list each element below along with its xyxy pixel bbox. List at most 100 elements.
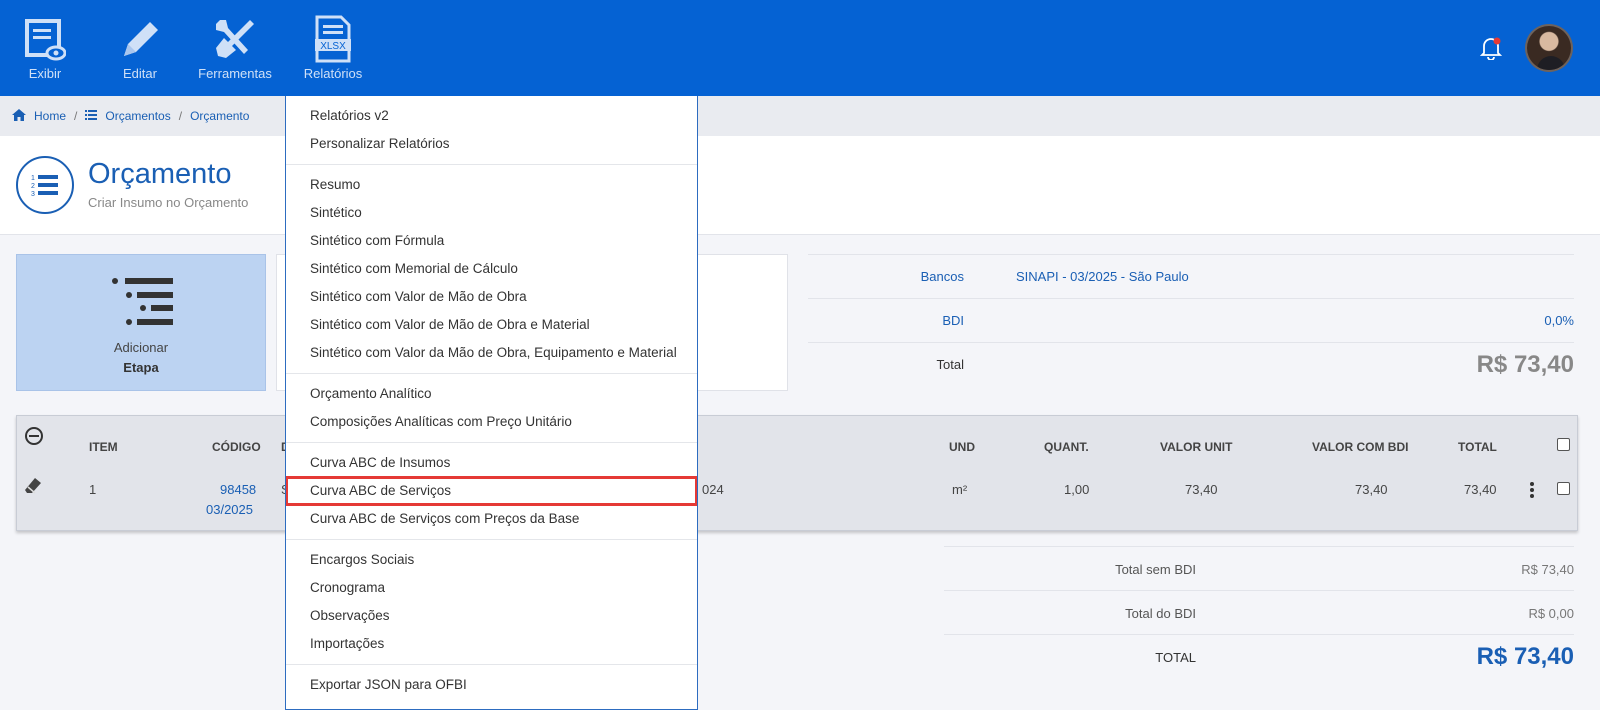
reports-dropdown-menu: Relatórios v2 Personalizar Relatórios Resu… xyxy=(285,96,698,710)
stage-list-icon xyxy=(111,275,175,336)
add-stage-label: Adicionar xyxy=(113,340,169,355)
breadcrumb-orcamento[interactable]: Orçamento xyxy=(190,109,249,123)
breadcrumb: Home / Orçamentos / Orçamento xyxy=(0,96,1600,136)
bancos-label: Bancos xyxy=(920,269,964,284)
page-subtitle: Criar Insumo no Orçamento xyxy=(88,195,249,210)
breadcrumb-separator: / xyxy=(74,109,78,123)
row-quant: 1,00 xyxy=(1064,482,1090,497)
xlsx-icon: XLSX xyxy=(310,14,356,64)
menu-item[interactable]: Sintético com Valor da Mão de Obra, Equi… xyxy=(286,339,697,367)
menu-item[interactable]: Sintético xyxy=(286,199,697,227)
toolbar-ferramentas[interactable]: Ferramentas xyxy=(196,14,274,81)
svg-text:2: 2 xyxy=(31,183,35,190)
menu-group: Orçamento Analítico Composições Analítica… xyxy=(286,374,697,443)
total-sem-bdi-value: R$ 73,40 xyxy=(1521,562,1574,577)
header-valor-unit: VALOR UNIT xyxy=(1160,440,1233,454)
row-checkbox[interactable] xyxy=(1557,482,1570,495)
breadcrumb-orcamentos[interactable]: Orçamentos xyxy=(105,109,170,123)
grand-total-label: TOTAL xyxy=(1155,650,1196,665)
menu-item[interactable]: Composições Analíticas com Preço Unitári… xyxy=(286,408,697,436)
header-valor-bdi: VALOR COM BDI xyxy=(1312,440,1409,454)
total-do-bdi-label: Total do BDI xyxy=(1125,606,1196,621)
menu-item[interactable]: Curva ABC de Serviços xyxy=(286,476,697,506)
total-sem-bdi-label: Total sem BDI xyxy=(1115,562,1196,577)
select-all-checkbox[interactable] xyxy=(1557,438,1570,451)
top-toolbar: Exibir Editar Ferramentas XLSX Relatório… xyxy=(0,0,1600,96)
row-und: m² xyxy=(952,482,968,497)
menu-group: Curva ABC de Insumos Curva ABC de Serviço… xyxy=(286,443,697,540)
svg-text:1: 1 xyxy=(31,175,35,182)
totals-panel: Total sem BDI R$ 73,40 Total do BDI R$ 0… xyxy=(944,546,1574,678)
add-stage-label-bold: Etapa xyxy=(123,360,159,375)
breadcrumb-home[interactable]: Home xyxy=(34,109,66,123)
totals-row: Total do BDI R$ 0,00 xyxy=(944,590,1574,634)
bdi-value[interactable]: 0,0% xyxy=(1544,313,1574,328)
view-icon xyxy=(22,14,68,64)
numbered-list-icon: 123 xyxy=(16,156,74,214)
menu-item[interactable]: Sintético com Valor de Mão de Obra xyxy=(286,283,697,311)
header-codigo: CÓDIGO xyxy=(212,440,261,454)
totals-row: TOTAL R$ 73,40 xyxy=(944,634,1574,678)
menu-group: Encargos Sociais Cronograma Observações Imp… xyxy=(286,540,697,665)
menu-item[interactable]: Importações xyxy=(286,630,697,658)
pencil-icon xyxy=(117,14,163,64)
toolbar-label: Relatórios xyxy=(303,66,363,81)
header-item: ITEM xyxy=(89,440,118,454)
menu-item[interactable]: Curva ABC de Serviços com Preços da Base xyxy=(286,505,697,533)
total-do-bdi-value: R$ 0,00 xyxy=(1528,606,1574,621)
collapse-icon[interactable] xyxy=(24,426,44,451)
budget-info: Bancos SINAPI - 03/2025 - São Paulo BDI … xyxy=(808,254,1574,390)
tools-icon xyxy=(212,14,258,64)
toolbar-relatorios[interactable]: XLSX Relatórios xyxy=(301,14,365,81)
row-total: 73,40 xyxy=(1464,482,1497,497)
menu-item[interactable]: Cronograma xyxy=(286,574,697,602)
bdi-label: BDI xyxy=(942,313,964,328)
menu-item[interactable]: Sintético com Fórmula xyxy=(286,227,697,255)
menu-item[interactable]: Curva ABC de Insumos xyxy=(286,449,697,477)
bancos-value[interactable]: SINAPI - 03/2025 - São Paulo xyxy=(1016,269,1189,284)
budget-table: ITEM CÓDIGO D UND QUANT. VALOR UNIT VALO… xyxy=(16,415,1578,531)
home-icon xyxy=(12,108,26,124)
xlsx-icon-text: XLSX xyxy=(320,41,346,52)
menu-item[interactable]: Encargos Sociais xyxy=(286,546,697,574)
menu-item[interactable]: Sintético com Valor de Mão de Obra e Mat… xyxy=(286,311,697,339)
list-icon xyxy=(85,109,98,123)
toolbar-label: Editar xyxy=(123,66,157,81)
toolbar-label: Ferramentas xyxy=(198,66,272,81)
menu-item[interactable]: Sintético com Memorial de Cálculo xyxy=(286,255,697,283)
menu-item[interactable]: Personalizar Relatórios xyxy=(286,130,697,158)
row-desc-end: 024 xyxy=(702,482,724,497)
menu-group: Relatórios v2 Personalizar Relatórios xyxy=(286,96,697,165)
menu-group: Exportar JSON para OFBI xyxy=(286,665,697,705)
toolbar-exibir[interactable]: Exibir xyxy=(20,14,70,81)
header-und: UND xyxy=(949,440,975,454)
menu-item[interactable]: Orçamento Analítico xyxy=(286,380,697,408)
svg-text:3: 3 xyxy=(31,191,35,197)
add-stage-button[interactable]: Adicionar Etapa xyxy=(16,254,266,391)
total-label: Total xyxy=(936,357,964,372)
totals-row: Total sem BDI R$ 73,40 xyxy=(944,546,1574,590)
info-row-total: Total R$ 73,40 xyxy=(808,342,1574,390)
row-item: 1 xyxy=(89,482,97,497)
eraser-icon[interactable] xyxy=(23,476,43,499)
menu-item[interactable]: Resumo xyxy=(286,171,697,199)
row-codigo[interactable]: 98458 xyxy=(220,482,256,497)
menu-item[interactable]: Observações xyxy=(286,602,697,630)
menu-item[interactable]: Relatórios v2 xyxy=(286,102,697,130)
toolbar-label: Exibir xyxy=(28,66,62,81)
header-quant: QUANT. xyxy=(1044,440,1089,454)
info-row-bdi: BDI 0,0% xyxy=(808,298,1574,342)
header-total: TOTAL xyxy=(1458,440,1497,454)
row-valor-unit: 73,40 xyxy=(1185,482,1218,497)
more-options-icon[interactable] xyxy=(1529,481,1535,504)
toolbar-editar[interactable]: Editar xyxy=(112,14,168,81)
row-valor-bdi: 73,40 xyxy=(1355,482,1388,497)
row-data[interactable]: 03/2025 xyxy=(206,502,253,517)
menu-group: Resumo Sintético Sintético com Fórmula Sint… xyxy=(286,165,697,374)
avatar[interactable] xyxy=(1525,24,1573,72)
grand-total-value: R$ 73,40 xyxy=(1476,643,1574,670)
bell-icon[interactable] xyxy=(1479,36,1503,61)
menu-item[interactable]: Exportar JSON para OFBI xyxy=(286,671,697,699)
info-row-bancos: Bancos SINAPI - 03/2025 - São Paulo xyxy=(808,254,1574,298)
page-header: 123 Orçamento Criar Insumo no Orçamento xyxy=(0,136,1600,235)
